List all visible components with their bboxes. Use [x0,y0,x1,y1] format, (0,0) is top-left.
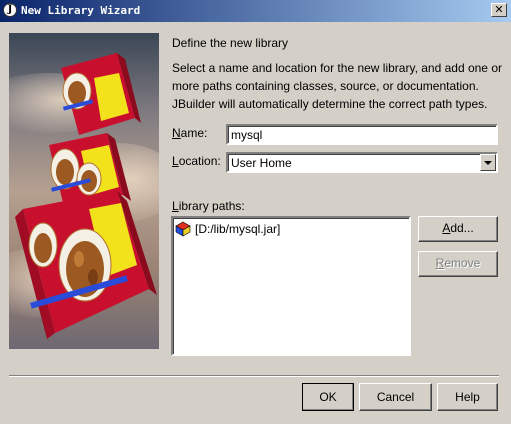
location-dropdown[interactable]: User Home [226,152,498,173]
location-dropdown-button[interactable] [480,154,496,171]
window-title: New Library Wizard [21,4,141,17]
library-paths-list[interactable]: [D:/lib/mysql.jar] [171,216,411,356]
close-icon: ✕ [494,3,504,16]
remove-button[interactable]: Remove [418,251,498,277]
name-label: Name: [172,126,207,140]
location-label: Location: [172,154,221,168]
library-archive-icon [175,221,191,237]
remove-button-mnemonic: R [435,256,445,270]
library-paths-label: Library paths: [172,199,245,213]
page-heading: Define the new library [172,36,289,50]
add-button[interactable]: Add... [418,216,498,242]
list-item[interactable]: [D:/lib/mysql.jar] [175,221,280,237]
new-library-wizard-dialog: J New Library Wizard ✕ Define the new li… [0,0,511,424]
library-paths-label-text: ibrary paths: [178,199,245,213]
location-selected-value: User Home [231,156,292,170]
name-label-text: ame: [180,126,208,140]
library-paths-label-mnemonic: L [172,199,179,213]
path-item-label: [D:/lib/mysql.jar] [195,222,281,236]
footer-divider [9,375,499,377]
wizard-side-illustration [9,33,159,349]
cancel-button[interactable]: Cancel [359,383,432,411]
name-input[interactable] [226,124,498,145]
add-button-label: dd... [450,221,474,235]
jbuilder-app-icon: J [3,3,17,17]
help-button[interactable]: Help [437,383,498,411]
location-label-mnemonic: L [172,154,179,168]
close-button[interactable]: ✕ [491,3,507,17]
name-label-mnemonic: N [172,126,181,140]
page-description: Select a name and location for the new l… [172,61,502,111]
location-label-text: ocation: [178,154,221,168]
ok-button[interactable]: OK [302,383,354,411]
remove-button-label: emove [444,256,481,270]
title-bar[interactable]: J New Library Wizard ✕ [0,0,511,22]
